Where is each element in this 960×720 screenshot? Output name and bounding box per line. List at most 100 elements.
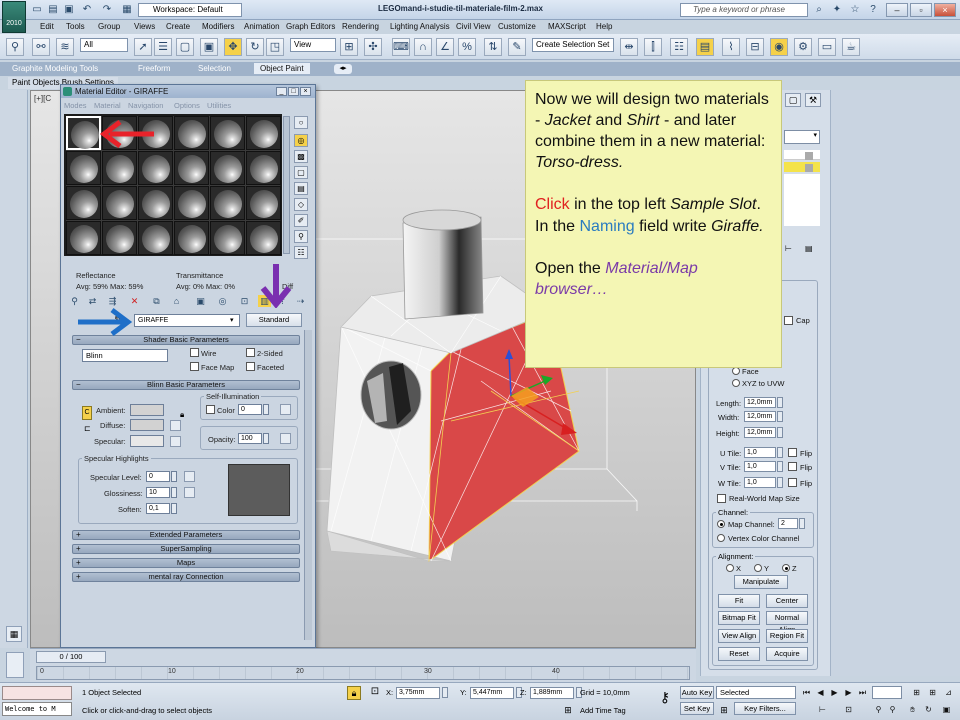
u-tile-field[interactable]: 1,0 [744,447,776,458]
default-in-out-tangents-icon[interactable]: ⊞ [718,704,730,716]
workspace-dropdown[interactable]: Workspace: Default [138,3,242,17]
sample-type-icon[interactable]: ○ [294,116,308,129]
utilities-tab-icon[interactable]: ⚒ [805,93,821,107]
map-channel-radio[interactable] [717,520,725,528]
fit-button[interactable]: Fit [718,594,760,608]
material-type-button[interactable]: Standard [246,313,302,327]
v-flip-checkbox[interactable] [788,462,797,471]
go-to-end-icon[interactable]: ⏭︎ [856,686,869,699]
blinn-basic-parameters-rollout[interactable]: − Blinn Basic Parameters [72,380,300,390]
pivot-center-icon[interactable]: ⊞ [340,38,358,56]
menu-maxscript[interactable]: MAXScript [548,22,586,31]
glossiness-map-button[interactable] [184,487,195,498]
sample-slot[interactable] [174,221,209,255]
align-z-radio[interactable] [782,564,790,572]
make-unique-icon[interactable]: ⌂ [170,295,183,307]
render-production-icon[interactable]: ☕ [842,38,860,56]
sample-slot[interactable] [66,186,101,220]
me-menu-modes[interactable]: Modes [64,101,87,110]
specular-level-field[interactable]: 0 [146,471,170,482]
acquire-button[interactable]: Acquire [766,647,808,661]
me-menu-navigation[interactable]: Navigation [128,101,163,110]
sample-slot[interactable] [210,221,245,255]
menu-animation[interactable]: Animation [244,22,280,31]
angle-snap-icon[interactable]: ∠ [436,38,454,56]
name-dropdown-arrow-icon[interactable]: ▾ [230,316,238,325]
current-frame-field[interactable] [872,686,902,699]
field-of-view-icon[interactable]: ⊿ [942,686,955,699]
sample-slot[interactable] [174,116,209,150]
bitmap-fit-button[interactable]: Bitmap Fit [718,611,760,625]
modifier-stack-row[interactable] [784,150,820,160]
pin-stack-icon[interactable]: ⊢ [785,244,797,254]
menu-edit[interactable]: Edit [40,22,54,31]
auto-key-button[interactable]: Auto Key [680,686,714,699]
me-minimize-button[interactable]: _ [276,87,287,96]
menu-civil-view[interactable]: Civil View [456,22,491,31]
center-button[interactable]: Center [766,594,808,608]
diffuse-color-swatch[interactable] [130,419,164,431]
tab-freeform[interactable]: Freeform [138,64,170,73]
show-map-in-viewport-icon[interactable]: ⊡ [238,295,251,307]
layer-manager-icon[interactable]: ☷ [670,38,688,56]
communication-icon[interactable]: ☆ [848,3,862,16]
me-parameters-scrollbar[interactable] [304,330,312,640]
track-bar[interactable] [36,666,690,680]
sample-uv-tiling-icon[interactable]: ▢ [294,166,308,179]
normal-align-button[interactable]: Normal Align [766,611,808,634]
zoom-extents-icon[interactable]: ⊞ [910,686,923,699]
link-icon[interactable]: ⚲ [6,38,24,56]
z-coordinate-field[interactable]: 1,889mm [530,687,574,699]
percent-snap-icon[interactable]: % [458,38,476,56]
unlink-icon[interactable]: ⚯ [32,38,50,56]
view-align-button[interactable]: View Align [718,629,760,643]
bind-space-warp-icon[interactable]: ≋ [56,38,74,56]
opacity-spinner[interactable] [263,433,269,444]
subscription-icon[interactable]: ✦ [830,3,844,16]
real-world-map-size-checkbox[interactable] [717,494,726,503]
menu-views[interactable]: Views [134,22,155,31]
w-tile-field[interactable]: 1,0 [744,477,776,488]
w-tile-spinner[interactable] [777,477,783,488]
reference-coordinate-dropdown[interactable]: View [290,38,336,52]
key-mode-toggle-icon[interactable]: ⊢ [816,703,829,716]
u-flip-checkbox[interactable] [788,448,797,457]
help-search-input[interactable]: Type a keyword or phrase [680,3,808,17]
undo-icon[interactable]: ↶ [80,3,94,16]
snap-toggle-icon[interactable]: ∩ [414,38,432,56]
key-filters-button[interactable]: Key Filters... [734,702,796,715]
material-editor-icon[interactable]: ◉ [770,38,788,56]
select-and-scale-icon[interactable]: ◳ [266,38,284,56]
binoculars-icon[interactable]: ⌕ [812,3,826,16]
reset-button[interactable]: Reset [718,647,760,661]
sample-slot[interactable] [66,221,101,255]
width-spinner[interactable] [777,411,783,422]
me-menu-material[interactable]: Material [94,101,121,110]
tab-selection[interactable]: Selection [198,64,231,73]
x-coordinate-field[interactable]: 3,75mm [396,687,440,699]
next-frame-icon[interactable]: ▶︎ [842,686,855,699]
maxscript-output[interactable]: Welcome to M [2,702,72,716]
time-configuration-icon[interactable]: ⊡ [842,703,855,716]
sample-slot[interactable] [246,151,281,185]
faceted-checkbox[interactable] [246,362,255,371]
time-tag-icon[interactable]: ⊞ [562,704,574,716]
sample-slot[interactable] [246,186,281,220]
face-radio[interactable] [732,367,740,375]
glossiness-spinner[interactable] [171,487,177,498]
play-icon[interactable]: ▶︎ [828,686,841,699]
menu-help[interactable]: Help [596,22,612,31]
configure-modifier-sets-icon[interactable]: ▤ [805,244,817,254]
sample-slot[interactable] [210,151,245,185]
y-coordinate-field[interactable]: 5,447mm [470,687,514,699]
manipulate-button[interactable]: Manipulate [734,575,788,589]
mental-ray-connection-rollout[interactable]: + mental ray Connection [72,572,300,582]
graphite-toggle-icon[interactable]: ▤ [696,38,714,56]
spinner-snap-icon[interactable]: ⇅ [484,38,502,56]
ambient-color-swatch[interactable] [130,404,164,416]
sample-slot[interactable] [174,151,209,185]
select-and-move-icon[interactable]: ✥ [224,38,242,56]
select-by-material-icon[interactable]: ⚲ [294,230,308,243]
wire-checkbox[interactable] [190,348,199,357]
viewport-label[interactable]: [+][C [34,94,51,103]
